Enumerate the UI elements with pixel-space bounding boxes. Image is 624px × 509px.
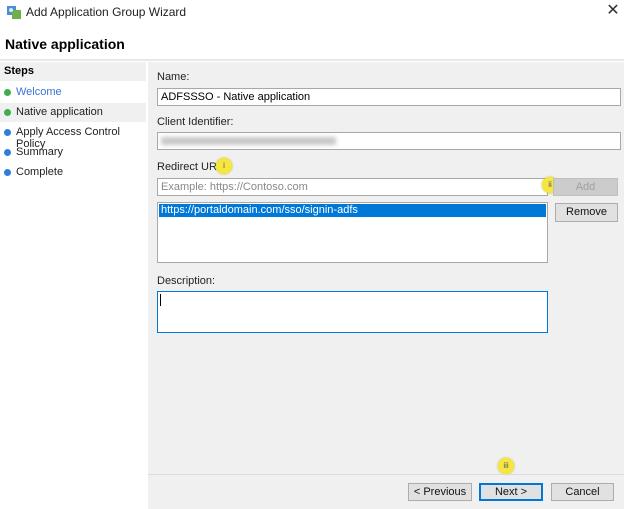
step-label: Complete — [16, 166, 64, 178]
name-label: Name: — [157, 71, 190, 83]
next-button[interactable]: Next > — [479, 483, 543, 501]
callout-badge: iii — [498, 458, 514, 474]
client-id-label: Client Identifier: — [157, 116, 234, 128]
redirect-uri-label: Redirect URI: — [157, 161, 224, 173]
steps-heading: Steps — [0, 62, 146, 81]
step-native-application: Native application — [0, 103, 146, 122]
close-icon[interactable]: ✕ — [604, 2, 622, 20]
callout-badge: i — [216, 158, 232, 174]
redirect-uri-input[interactable]: Example: https://Contoso.com — [157, 178, 548, 196]
client-id-input[interactable] — [157, 132, 621, 150]
step-label: Welcome — [16, 86, 62, 98]
description-input[interactable] — [157, 291, 548, 333]
redacted-value — [161, 137, 336, 145]
status-dot-icon — [4, 109, 11, 116]
remove-button[interactable]: Remove — [555, 203, 618, 222]
description-label: Description: — [157, 275, 216, 287]
redirect-uri-list[interactable]: https://portaldomain.com/sso/signin-adfs — [157, 202, 548, 263]
status-dot-icon — [4, 169, 11, 176]
window-title: Add Application Group Wizard — [26, 5, 187, 19]
step-label: Native application — [16, 106, 103, 118]
status-dot-icon — [4, 89, 11, 96]
name-input[interactable]: ADFSSSO - Native application — [157, 88, 621, 106]
status-dot-icon — [4, 129, 11, 136]
step-access-control: Apply Access Control Policy — [0, 123, 146, 150]
step-welcome[interactable]: Welcome — [0, 83, 146, 102]
page-title: Native application — [5, 36, 125, 52]
divider — [0, 59, 624, 61]
step-complete: Complete — [0, 163, 146, 182]
list-item[interactable]: https://portaldomain.com/sso/signin-adfs — [159, 204, 546, 217]
main-panel — [148, 62, 624, 509]
status-dot-icon — [4, 149, 11, 156]
divider — [148, 474, 624, 475]
cancel-button[interactable]: Cancel — [551, 483, 614, 501]
step-summary: Summary — [0, 143, 146, 162]
text-cursor — [160, 294, 161, 306]
add-button[interactable]: Add — [553, 178, 618, 196]
step-label: Summary — [16, 146, 64, 158]
app-group-icon — [7, 6, 21, 19]
previous-button[interactable]: < Previous — [408, 483, 472, 501]
